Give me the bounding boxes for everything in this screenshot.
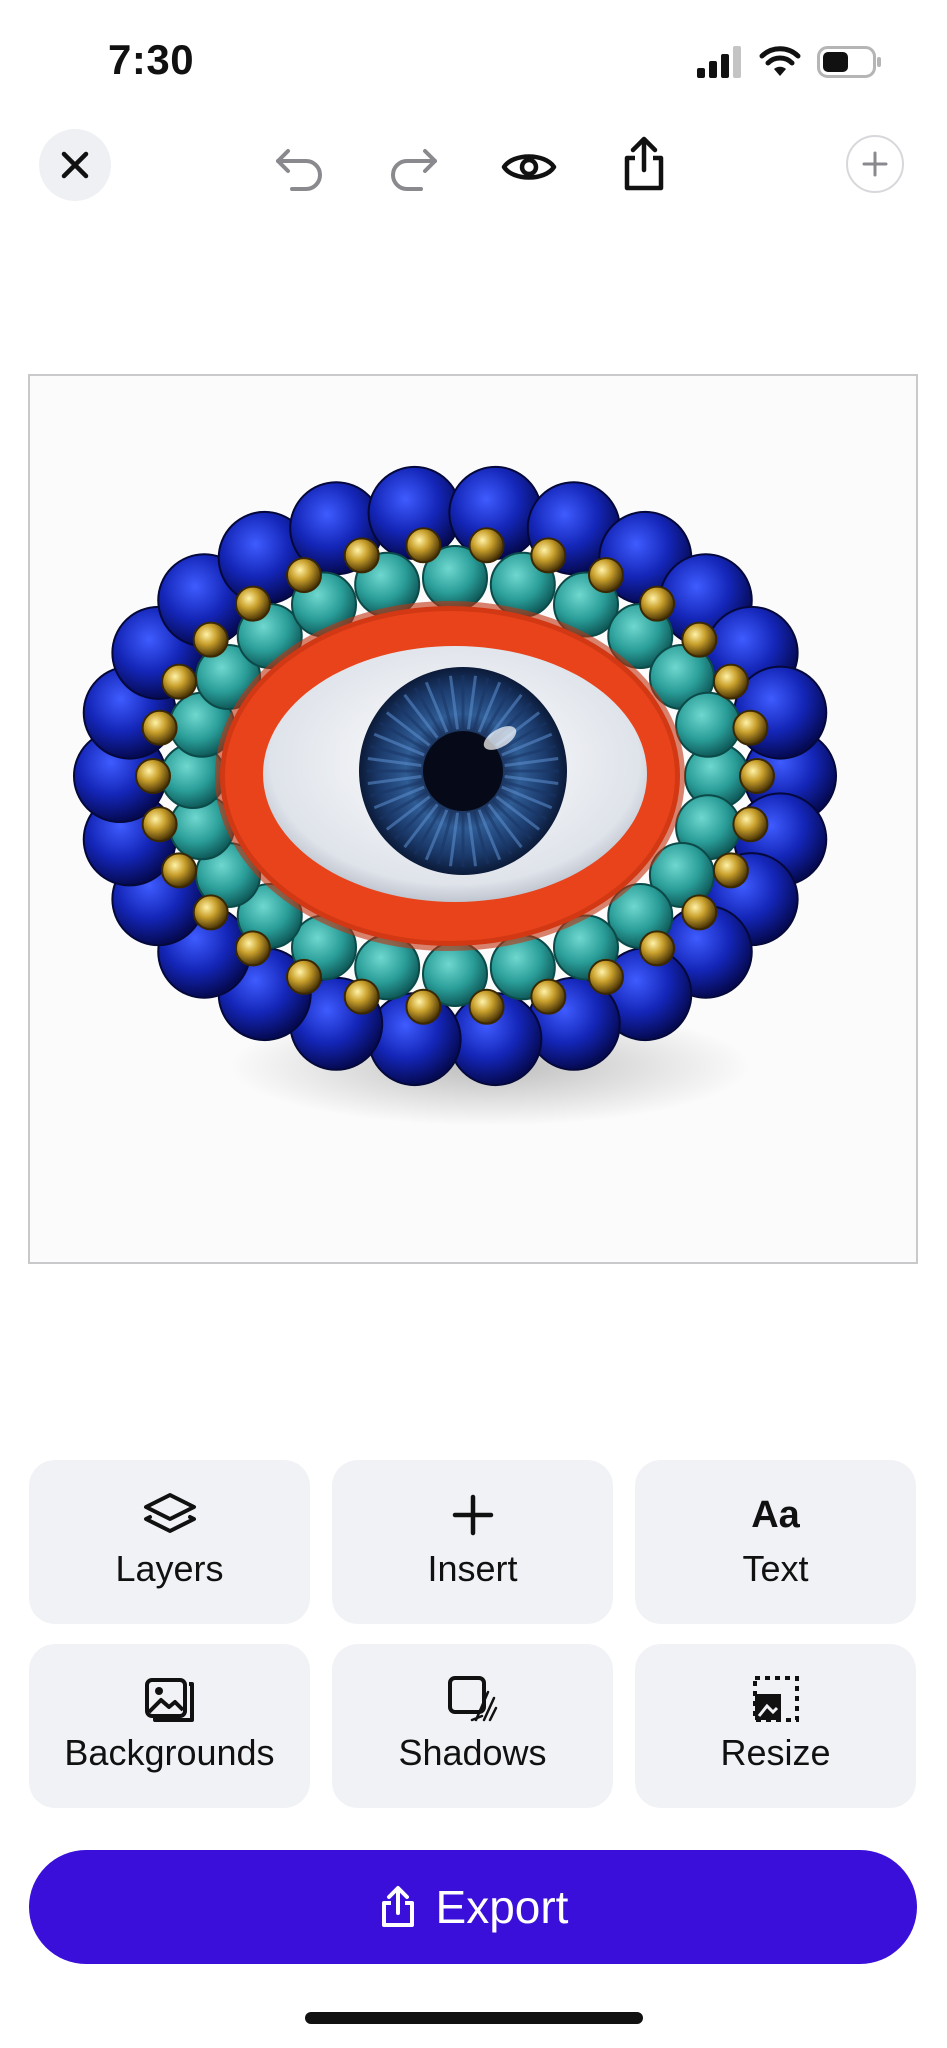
gold-bead [234, 930, 271, 967]
gold-bead [639, 585, 676, 622]
preview-eye-icon [501, 154, 557, 180]
resize-icon [752, 1676, 799, 1722]
status-icons [697, 44, 883, 80]
redo-icon [391, 149, 437, 191]
image-stack-icon [144, 1678, 194, 1722]
gold-bead [712, 663, 749, 700]
wifi-icon [759, 46, 801, 76]
gold-bead [343, 537, 380, 574]
insert-label: Insert [427, 1548, 518, 1589]
shadows-label: Shadows [398, 1732, 547, 1773]
gold-bead [192, 621, 229, 658]
gold-bead [712, 852, 749, 889]
gold-bead [468, 527, 505, 564]
add-button[interactable] [846, 135, 904, 193]
export-button[interactable]: Export [29, 1850, 917, 1964]
teal-bead [675, 691, 742, 758]
gold-bead [286, 557, 322, 594]
status-bar: 7:30 [0, 0, 947, 120]
add-icon [862, 151, 888, 177]
undo-button[interactable] [270, 137, 330, 197]
gold-bead [405, 527, 442, 564]
shadow-square-icon [447, 1676, 497, 1722]
backgrounds-button[interactable]: Backgrounds [29, 1644, 310, 1808]
gold-bead [141, 806, 178, 843]
gold-bead [161, 852, 198, 889]
shadows-button[interactable]: Shadows [332, 1644, 613, 1808]
brooch-photo[interactable] [30, 376, 916, 1262]
share-icon [624, 136, 664, 191]
gold-bead [732, 709, 769, 746]
gold-bead [530, 978, 567, 1015]
gold-bead [192, 894, 229, 931]
home-indicator [305, 2012, 643, 2024]
cellular-signal-icon [697, 46, 741, 78]
undo-icon [276, 149, 322, 191]
gold-bead [639, 930, 676, 967]
export-label: Export [435, 1881, 569, 1933]
gold-bead [732, 806, 769, 843]
editor-toolbar [0, 125, 947, 211]
gold-bead [739, 758, 775, 794]
gold-bead [588, 958, 624, 995]
layers-button[interactable]: Layers [29, 1460, 310, 1624]
redo-button[interactable] [383, 137, 443, 197]
status-time: 7:30 [108, 36, 195, 83]
gold-bead [343, 978, 380, 1015]
close-icon [61, 151, 89, 179]
text-label: Text [742, 1548, 809, 1589]
share-button[interactable] [614, 131, 674, 197]
gold-bead [530, 537, 567, 574]
layers-label: Layers [115, 1548, 224, 1589]
insert-button[interactable]: Insert [332, 1460, 613, 1624]
layers-icon [143, 1493, 196, 1533]
gold-bead [588, 557, 624, 594]
tool-grid: Layers Insert Aa Text Backgrounds Shadow… [29, 1460, 917, 1808]
gold-bead [286, 958, 322, 995]
preview-button[interactable] [496, 137, 562, 197]
gold-bead [468, 988, 505, 1025]
share-icon [381, 1886, 414, 1927]
gold-bead [161, 663, 198, 700]
gold-bead [681, 894, 718, 931]
close-button[interactable] [39, 129, 111, 201]
gold-bead [234, 585, 271, 622]
text-aa-icon: Aa [751, 1494, 800, 1536]
resize-label: Resize [720, 1732, 831, 1773]
gold-bead [681, 621, 718, 658]
plus-icon [452, 1494, 493, 1536]
design-canvas[interactable] [28, 374, 918, 1264]
gold-bead [141, 709, 178, 746]
battery-icon [817, 46, 881, 78]
resize-button[interactable]: Resize [635, 1644, 916, 1808]
backgrounds-label: Backgrounds [64, 1732, 275, 1773]
gold-bead [135, 758, 171, 794]
text-button[interactable]: Aa Text [635, 1460, 916, 1624]
gold-bead [405, 988, 442, 1025]
